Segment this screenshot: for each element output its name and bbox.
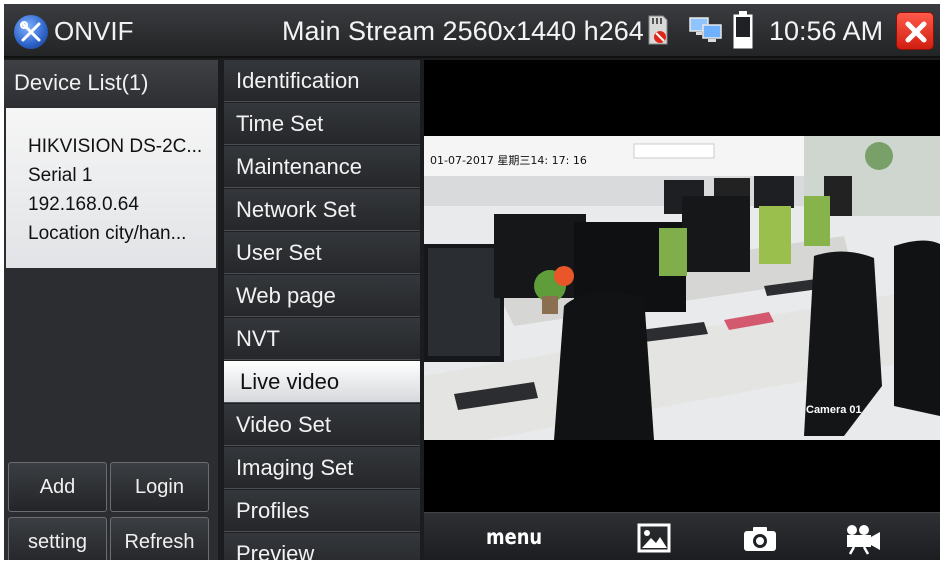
menu-item-web-page[interactable]: Web page (224, 275, 420, 317)
menu-item-preview[interactable]: Preview (224, 533, 420, 560)
login-button[interactable]: Login (110, 462, 209, 512)
record-icon[interactable] (844, 523, 884, 555)
onvif-window: ONVIF Main Stream 2560x1440 h264 10:56 A… (4, 4, 940, 560)
device-ip: 192.168.0.64 (28, 194, 139, 215)
office-camera-image (424, 136, 940, 440)
battery-icon (733, 11, 753, 49)
refresh-button[interactable]: Refresh (110, 517, 209, 560)
menu-item-network-set[interactable]: Network Set (224, 189, 420, 231)
onvif-logo-icon (14, 15, 48, 49)
menu-item-imaging-set[interactable]: Imaging Set (224, 447, 420, 489)
device-serial: Serial 1 (28, 165, 93, 186)
osd-timestamp: 01-07-2017 星期三14: 17: 16 (430, 154, 587, 167)
title-bar: ONVIF Main Stream 2560x1440 h264 10:56 A… (4, 4, 940, 58)
menu-item-profiles[interactable]: Profiles (224, 490, 420, 532)
add-button[interactable]: Add (8, 462, 107, 512)
app-title: ONVIF (54, 16, 134, 46)
live-video-frame: 01-07-2017 星期三14: 17: 16 Camera 01 (424, 136, 940, 440)
menu-item-maintenance[interactable]: Maintenance (224, 146, 420, 188)
camera-icon[interactable] (742, 525, 778, 553)
menu-item-nvt[interactable]: NVT (224, 318, 420, 360)
clock: 10:56 AM (769, 16, 884, 46)
device-list-panel: Device List(1) HIKVISION DS-2C... Serial… (4, 60, 218, 560)
settings-menu: Identification Time Set Maintenance Netw… (224, 60, 420, 560)
video-toolbar: menu (424, 512, 940, 560)
osd-camera-label: Camera 01 (806, 404, 862, 416)
menu-button[interactable]: menu (486, 525, 542, 549)
device-list-title: Device List(1) (4, 60, 218, 106)
menu-item-identification[interactable]: Identification (224, 60, 420, 102)
stream-info: Main Stream 2560x1440 h264 (282, 16, 644, 46)
device-list-item[interactable]: HIKVISION DS-2C... Serial 1 192.168.0.64… (6, 108, 216, 268)
close-button[interactable] (896, 12, 934, 50)
menu-item-video-set[interactable]: Video Set (224, 404, 420, 446)
device-name: HIKVISION DS-2C... (28, 136, 203, 157)
menu-item-live-video[interactable]: Live video (224, 361, 420, 403)
menu-item-user-set[interactable]: User Set (224, 232, 420, 274)
device-location: Location city/han... (28, 223, 187, 244)
sd-card-error-icon (648, 15, 668, 45)
menu-item-time-set[interactable]: Time Set (224, 103, 420, 145)
live-video-area[interactable]: 01-07-2017 星期三14: 17: 16 Camera 01 (424, 60, 940, 515)
network-icon (689, 17, 722, 42)
setting-button[interactable]: setting (8, 517, 107, 560)
close-icon (905, 21, 927, 43)
image-icon[interactable] (637, 523, 671, 553)
